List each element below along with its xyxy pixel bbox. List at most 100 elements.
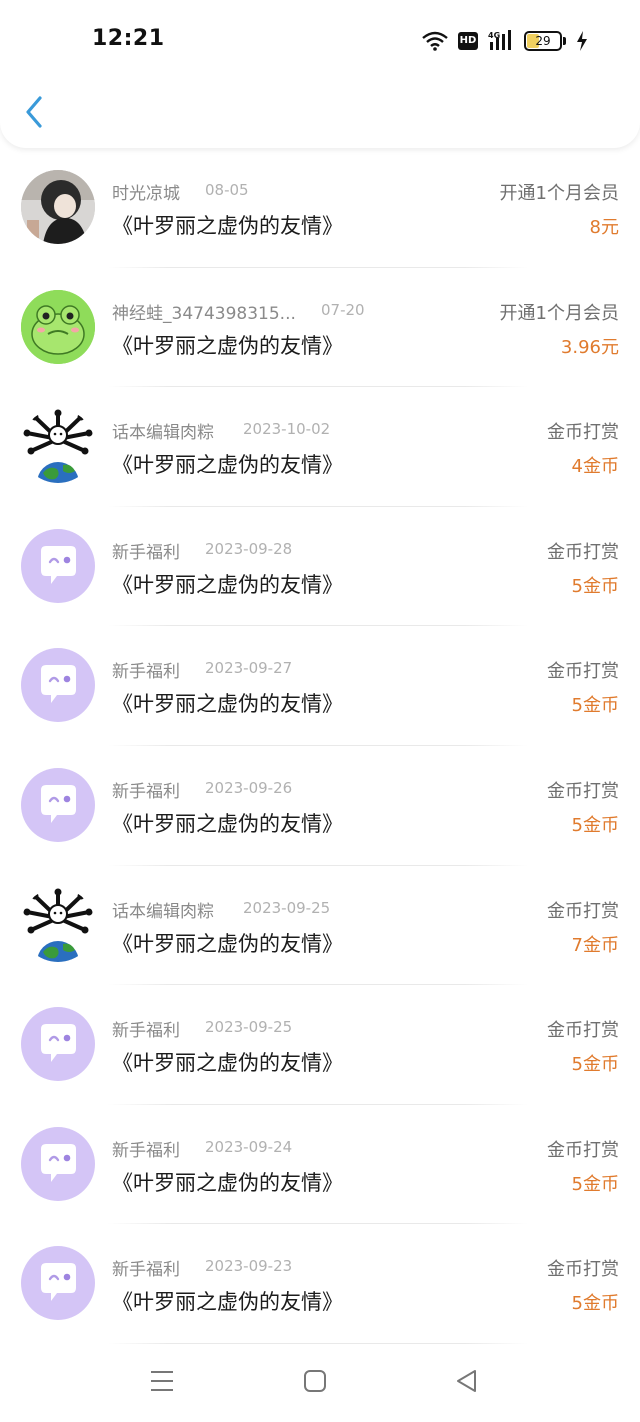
menu-icon [151, 1371, 173, 1391]
user-name[interactable]: 神经蛙_3474398315... [112, 299, 296, 324]
book-title: 《叶罗丽之虚伪的友情》 [112, 214, 343, 238]
payment-type: 金币打赏 [547, 1020, 619, 1042]
battery-level: 29 [535, 34, 551, 48]
avatar[interactable] [21, 1126, 95, 1201]
home-square-icon [304, 1370, 326, 1392]
record-row[interactable]: 神经蛙_3474398315... 07-20 《叶罗丽之虚伪的友情》 开通1个月会员… [0, 268, 640, 388]
record-date: 2023-09-28 [205, 539, 293, 558]
back-button[interactable] [20, 92, 50, 132]
avatar[interactable] [21, 648, 95, 723]
avatar[interactable] [21, 767, 95, 842]
chat-bubble-icon [41, 665, 76, 704]
record-date: 2023-09-25 [243, 898, 331, 917]
user-name[interactable]: 新手福利 [112, 1016, 180, 1041]
payment-type: 金币打赏 [547, 780, 619, 802]
menu-button[interactable] [147, 1366, 177, 1396]
status-icons: HD 4G 29 [422, 27, 588, 55]
record-date: 2023-09-27 [205, 659, 293, 678]
record-date: 2023-10-02 [243, 420, 331, 439]
system-back-button[interactable] [452, 1366, 482, 1396]
record-row[interactable]: 话本编辑肉粽 2023-09-25 《叶罗丽之虚伪的友情》 金币打赏 7金币 [0, 866, 640, 986]
book-title: 《叶罗丽之虚伪的友情》 [112, 1290, 343, 1315]
book-title: 《叶罗丽之虚伪的友情》 [112, 931, 343, 956]
charging-icon [576, 31, 588, 51]
payment-amount: 3.96元 [560, 336, 619, 358]
chevron-left-icon [26, 96, 42, 128]
payment-amount: 5金币 [571, 575, 619, 597]
record-row[interactable]: 新手福利 2023-09-26 《叶罗丽之虚伪的友情》 金币打赏 5金币 [0, 746, 640, 866]
book-title: 《叶罗丽之虚伪的友情》 [112, 1051, 343, 1076]
avatar[interactable] [21, 1246, 95, 1321]
chat-bubble-icon [41, 1024, 76, 1063]
record-row[interactable]: 新手福利 2023-09-28 《叶罗丽之虚伪的友情》 金币打赏 5金币 [0, 507, 640, 627]
chat-bubble-icon [41, 545, 76, 584]
payment-amount: 4金币 [571, 456, 619, 478]
record-date: 2023-09-24 [205, 1137, 293, 1156]
home-button[interactable] [300, 1366, 330, 1396]
record-date: 2023-09-26 [205, 778, 293, 797]
record-row[interactable]: 新手福利 2023-09-24 《叶罗丽之虚伪的友情》 金币打赏 5金币 [0, 1105, 640, 1225]
payment-type: 金币打赏 [547, 900, 619, 922]
record-row[interactable]: 新手福利 2023-09-25 《叶罗丽之虚伪的友情》 金币打赏 5金币 [0, 985, 640, 1105]
avatar[interactable] [21, 170, 95, 244]
avatar[interactable] [21, 1007, 95, 1082]
battery-icon: 29 [524, 31, 566, 51]
reward-records-screen: 12:21 HD 4G 29 时光凉城 08-05 《叶罗丽之虚伪的友情》 开通… [0, 0, 640, 1422]
book-title: 《叶罗丽之虚伪的友情》 [112, 811, 343, 836]
book-title: 《叶罗丽之虚伪的友情》 [112, 692, 343, 717]
record-row[interactable]: 新手福利 2023-09-23 《叶罗丽之虚伪的友情》 金币打赏 5金币 [0, 1224, 640, 1344]
record-date: 07-20 [321, 300, 365, 319]
payment-amount: 5金币 [571, 1293, 619, 1315]
payment-type: 金币打赏 [547, 422, 619, 444]
record-date: 2023-09-23 [205, 1257, 293, 1276]
payment-type: 金币打赏 [547, 1259, 619, 1281]
payment-amount: 7金币 [571, 934, 619, 956]
record-row[interactable]: 新手福利 2023-09-27 《叶罗丽之虚伪的友情》 金币打赏 5金币 [0, 626, 640, 746]
payment-type: 金币打赏 [547, 541, 619, 563]
record-row[interactable]: 时光凉城 08-05 《叶罗丽之虚伪的友情》 开通1个月会员 8元 [0, 148, 640, 268]
book-title: 《叶罗丽之虚伪的友情》 [112, 453, 343, 478]
record-row[interactable]: 话本编辑肉粽 2023-10-02 《叶罗丽之虚伪的友情》 金币打赏 4金币 [0, 387, 640, 507]
globe-mascot-icon [21, 409, 95, 484]
book-title: 《叶罗丽之虚伪的友情》 [112, 1170, 343, 1195]
avatar[interactable] [21, 887, 95, 962]
user-name[interactable]: 新手福利 [112, 657, 180, 682]
signal-4g-icon: 4G [488, 30, 514, 52]
user-name[interactable]: 新手福利 [112, 538, 180, 563]
back-triangle-icon [457, 1370, 476, 1392]
user-name[interactable]: 新手福利 [112, 777, 180, 802]
globe-mascot-icon [21, 887, 95, 962]
payment-amount: 5金币 [571, 1173, 619, 1195]
user-name[interactable]: 新手福利 [112, 1255, 180, 1280]
book-title: 《叶罗丽之虚伪的友情》 [112, 333, 343, 358]
user-photo-icon [21, 170, 95, 244]
payment-type: 开通1个月会员 [499, 302, 619, 324]
avatar[interactable] [21, 289, 95, 364]
chat-bubble-icon [41, 1143, 76, 1182]
payment-amount: 5金币 [571, 1054, 619, 1076]
user-name[interactable]: 新手福利 [112, 1136, 180, 1161]
header: 12:21 HD 4G 29 [0, 0, 640, 148]
chat-bubble-icon [41, 784, 76, 823]
avatar[interactable] [21, 528, 95, 603]
system-nav-bar [0, 1344, 640, 1422]
hd-icon: HD [458, 32, 478, 50]
frog-avatar-icon [21, 289, 95, 364]
payment-type: 金币打赏 [547, 661, 619, 683]
book-title: 《叶罗丽之虚伪的友情》 [112, 572, 343, 597]
payment-type: 金币打赏 [547, 1139, 619, 1161]
payment-amount: 5金币 [571, 814, 619, 836]
payment-type: 开通1个月会员 [499, 183, 619, 204]
avatar[interactable] [21, 409, 95, 484]
record-list: 时光凉城 08-05 《叶罗丽之虚伪的友情》 开通1个月会员 8元 神经蛙_3474398… [0, 148, 640, 1344]
payment-amount: 8元 [589, 217, 619, 238]
payment-amount: 5金币 [571, 695, 619, 717]
user-name[interactable]: 话本编辑肉粽 [112, 897, 214, 922]
user-name[interactable]: 话本编辑肉粽 [112, 418, 214, 443]
status-time: 12:21 [92, 26, 165, 51]
user-name[interactable]: 时光凉城 [112, 179, 180, 204]
record-date: 08-05 [205, 181, 249, 199]
record-date: 2023-09-25 [205, 1018, 293, 1037]
chat-bubble-icon [41, 1263, 76, 1302]
wifi-icon [422, 31, 448, 51]
